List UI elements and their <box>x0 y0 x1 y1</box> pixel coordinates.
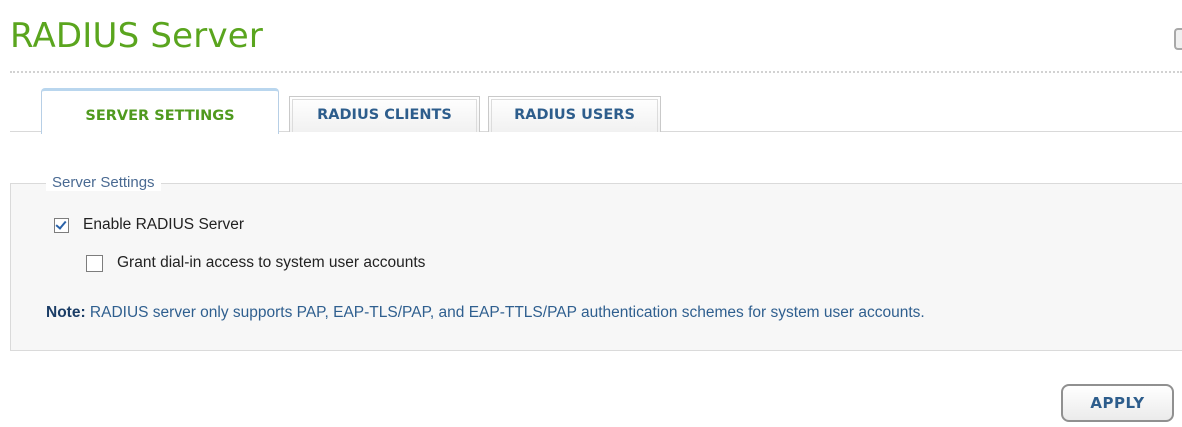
note-text: Note: RADIUS server only supports PAP, E… <box>46 304 925 322</box>
apply-button[interactable]: APPLY <box>1061 384 1174 422</box>
note-prefix: Note: <box>46 304 86 321</box>
grant-dialin-checkbox[interactable] <box>86 254 103 272</box>
enable-radius-row: Enable RADIUS Server <box>54 216 244 234</box>
enable-radius-checkbox[interactable] <box>54 217 69 233</box>
checkmark-icon <box>55 217 67 230</box>
grant-dialin-label: Grant dial-in access to system user acco… <box>117 254 426 271</box>
page-title: RADIUS Server <box>10 16 264 56</box>
tab-radius-users[interactable]: RADIUS USERS <box>488 96 661 132</box>
tab-label: SERVER SETTINGS <box>85 108 235 124</box>
tab-label: RADIUS CLIENTS <box>317 107 452 123</box>
server-settings-legend: Server Settings <box>46 174 161 191</box>
enable-radius-label: Enable RADIUS Server <box>83 216 245 233</box>
tab-radius-clients[interactable]: RADIUS CLIENTS <box>289 96 480 132</box>
window-toggle-icon[interactable] <box>1174 28 1182 50</box>
tab-label: RADIUS USERS <box>514 107 635 123</box>
grant-dialin-row: Grant dial-in access to system user acco… <box>86 254 425 272</box>
tab-server-settings[interactable]: SERVER SETTINGS <box>41 88 279 134</box>
note-body: RADIUS server only supports PAP, EAP-TLS… <box>85 304 925 321</box>
title-divider <box>10 71 1182 73</box>
